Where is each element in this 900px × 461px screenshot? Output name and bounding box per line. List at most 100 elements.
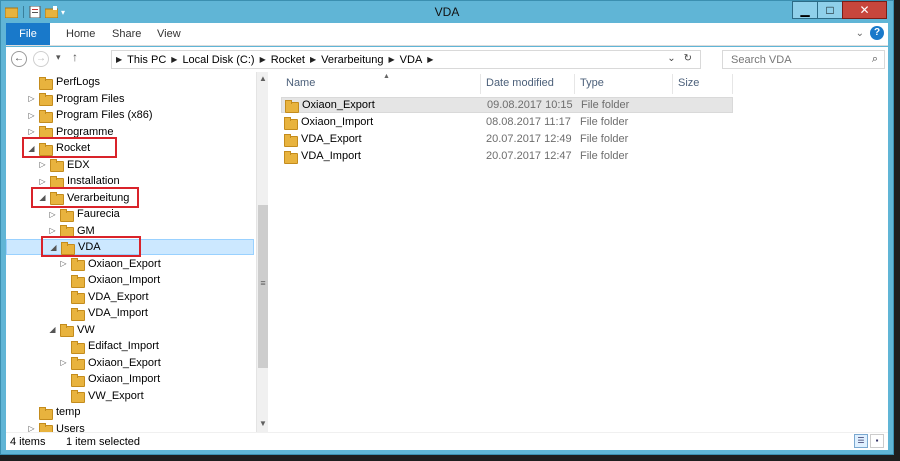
column-header-size[interactable]: Size <box>678 77 699 93</box>
close-icon: ✕ <box>859 3 870 17</box>
expand-icon[interactable]: ▷ <box>59 358 68 367</box>
nav-tree-item[interactable]: ◢ VW <box>6 322 254 338</box>
nav-tree-item[interactable]: ▷ Users <box>6 421 254 433</box>
folder-icon <box>39 423 53 432</box>
up-arrow-icon[interactable]: ↑ <box>72 50 78 64</box>
nav-tree-item[interactable]: ▷ Program Files <box>6 91 254 107</box>
column-header-date[interactable]: Date modified <box>486 77 554 93</box>
minimize-icon: ▁ <box>800 3 810 17</box>
nav-scrollbar[interactable]: ▲ ≡ ▼ <box>256 72 268 432</box>
scroll-up-icon[interactable]: ▲ <box>257 74 269 83</box>
column-header-type[interactable]: Type <box>580 77 604 93</box>
recent-locations-icon[interactable]: ▾ <box>56 52 61 63</box>
nav-tree-item[interactable]: ▷ EDX <box>6 157 254 173</box>
breadcrumb-vda[interactable]: VDA <box>400 54 423 66</box>
folder-icon <box>71 258 85 271</box>
column-divider[interactable] <box>732 74 733 94</box>
expand-icon[interactable]: ▷ <box>27 127 36 136</box>
minimize-button[interactable]: ▁ <box>792 1 818 19</box>
title-bar[interactable]: ▾ VDA ▁ □ ✕ <box>1 1 893 23</box>
expand-icon[interactable]: ▷ <box>38 177 47 186</box>
nav-tree-item[interactable]: VDA_Import <box>6 305 254 321</box>
expand-icon[interactable]: ▷ <box>59 259 68 268</box>
help-icon[interactable]: ? <box>870 26 884 40</box>
nav-tree-item[interactable]: VDA_Export <box>6 289 254 305</box>
scroll-down-icon[interactable]: ▼ <box>257 419 269 428</box>
chevron-right-icon[interactable]: ▶ <box>389 55 395 64</box>
search-input[interactable]: Search VDA ⌕ <box>722 50 885 69</box>
folder-icon <box>71 340 85 354</box>
folder-icon <box>71 373 85 387</box>
nav-item-label: Oxiaon_Import <box>88 373 161 385</box>
chevron-right-icon[interactable]: ▶ <box>171 55 177 64</box>
nav-tree-item[interactable]: ▷ Program Files (x86) <box>6 107 254 123</box>
navigation-pane[interactable]: PerfLogs ▷ Program Files ▷ Program Files (x8… <box>6 72 268 432</box>
expand-icon[interactable]: ▷ <box>27 111 36 120</box>
folder-icon <box>71 357 85 370</box>
expand-icon[interactable]: ▷ <box>38 160 47 169</box>
address-bar[interactable]: ▶ This PC ▶ Local Disk (C:) ▶ Rocket ▶ V… <box>111 50 701 69</box>
nav-tree-item[interactable]: temp <box>6 404 254 420</box>
tab-share[interactable]: Share <box>104 23 149 45</box>
breadcrumb-rocket[interactable]: Rocket <box>271 54 305 66</box>
file-name-cell: Oxiaon_Export <box>282 99 482 113</box>
window-controls: ▁ □ ✕ <box>792 1 887 19</box>
nav-item-label: Users <box>56 422 85 433</box>
large-icons-view-icon[interactable]: ▪ <box>870 434 884 448</box>
nav-tree-item[interactable]: Oxiaon_Import <box>6 371 254 387</box>
back-arrow-icon: ← <box>14 53 24 64</box>
collapse-icon[interactable]: ◢ <box>48 325 57 334</box>
file-row[interactable]: Oxiaon_Import 08.08.2017 11:17 File folder <box>281 114 733 130</box>
column-divider[interactable] <box>480 74 481 94</box>
view-switcher: ☰ ▪ <box>854 434 884 448</box>
expand-icon[interactable]: ▷ <box>48 210 57 219</box>
column-header-name[interactable]: ▲ Name <box>286 73 390 93</box>
nav-tree-item[interactable]: VW_Export <box>6 388 254 404</box>
search-icon[interactable]: ⌕ <box>872 53 878 66</box>
file-row[interactable]: Oxiaon_Export 09.08.2017 10:15 File folder <box>281 97 733 113</box>
tab-home[interactable]: Home <box>58 23 103 45</box>
breadcrumb-local-disk[interactable]: Local Disk (C:) <box>182 54 254 66</box>
refresh-icon[interactable]: ↻ <box>684 53 692 64</box>
breadcrumb-this-pc[interactable]: This PC <box>127 54 166 66</box>
column-label-name: Name <box>286 77 316 89</box>
chevron-right-icon[interactable]: ▶ <box>427 55 433 64</box>
tab-view[interactable]: View <box>149 23 189 45</box>
nav-item-label: Program Files (x86) <box>56 109 153 121</box>
nav-tree-item[interactable]: ▷ Oxiaon_Export <box>6 355 254 371</box>
folder-icon <box>71 274 85 288</box>
back-button[interactable]: ← <box>11 51 27 67</box>
file-row[interactable]: VDA_Export 20.07.2017 12:49 File folder <box>281 131 733 147</box>
forward-button[interactable]: → <box>33 51 49 67</box>
file-row[interactable]: VDA_Import 20.07.2017 12:47 File folder <box>281 148 733 164</box>
breadcrumb-verarbeitung[interactable]: Verarbeitung <box>321 54 383 66</box>
nav-tree-item[interactable]: Oxiaon_Import <box>6 272 254 288</box>
address-dropdown-icon[interactable]: ⌄ <box>667 53 675 64</box>
annotation-highlight-box <box>22 137 117 158</box>
folder-icon <box>39 93 53 106</box>
nav-item-label: temp <box>56 406 81 418</box>
file-name: Oxiaon_Export <box>302 99 375 111</box>
nav-item-label: VDA_Export <box>88 290 149 303</box>
close-button[interactable]: ✕ <box>842 1 887 19</box>
chevron-right-icon[interactable]: ▶ <box>260 55 266 64</box>
file-type: File folder <box>580 133 629 145</box>
nav-tree-item[interactable]: PerfLogs <box>6 74 254 90</box>
file-list: ▲ Name Date modified Type Size Oxiaon_Ex… <box>276 72 888 432</box>
column-divider[interactable] <box>574 74 575 94</box>
maximize-button[interactable]: □ <box>817 1 843 19</box>
file-name-cell: VDA_Export <box>281 133 481 147</box>
details-view-icon[interactable]: ☰ <box>854 434 868 448</box>
nav-tree-item[interactable]: Edifact_Import <box>6 338 254 354</box>
chevron-right-icon[interactable]: ▶ <box>310 55 316 64</box>
folder-icon <box>39 76 53 90</box>
expand-icon[interactable]: ▷ <box>27 424 36 432</box>
tab-file[interactable]: File <box>6 23 50 45</box>
folder-icon <box>71 307 85 321</box>
column-divider[interactable] <box>672 74 673 94</box>
nav-tree-item[interactable]: ▷ Oxiaon_Export <box>6 256 254 272</box>
expand-ribbon-icon[interactable]: ⌄ <box>856 28 864 39</box>
expand-icon[interactable]: ▷ <box>27 94 36 103</box>
nav-tree-item[interactable]: ▷ Faurecia <box>6 206 254 222</box>
expand-icon[interactable]: ▷ <box>48 226 57 235</box>
